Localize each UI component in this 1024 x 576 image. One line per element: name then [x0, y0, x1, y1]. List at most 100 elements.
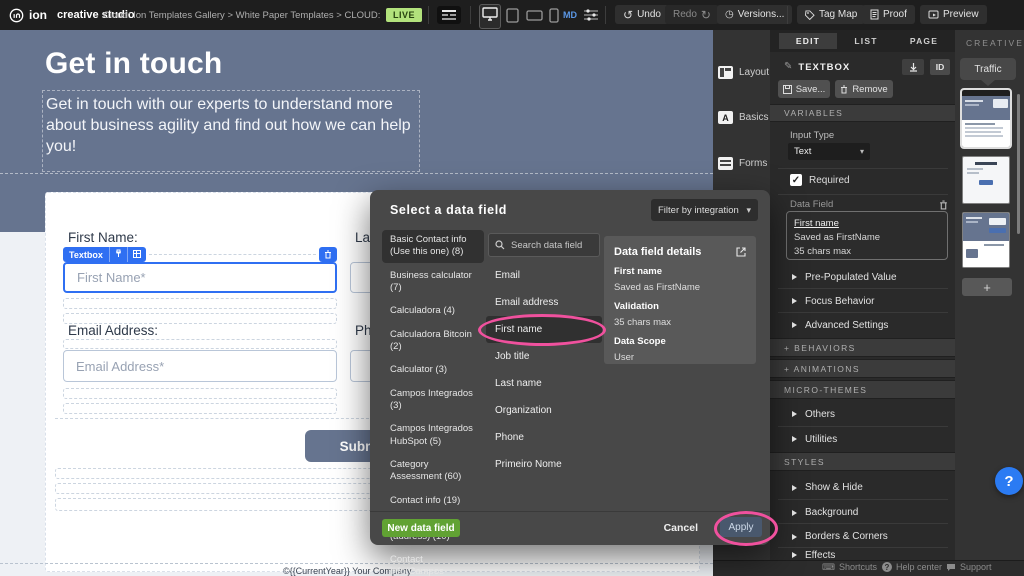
- ion-logo-icon: [9, 8, 24, 23]
- chevron-right-icon: [792, 510, 797, 516]
- add-page-button[interactable]: +: [962, 278, 1012, 296]
- document-icon: [870, 9, 879, 20]
- shortcuts-link[interactable]: ⌨ Shortcuts: [822, 562, 877, 572]
- section-background[interactable]: Background: [778, 501, 948, 524]
- tab-page[interactable]: PAGE: [895, 33, 953, 49]
- data-field-name[interactable]: First name: [794, 217, 940, 231]
- tool-layout[interactable]: Layout: [718, 66, 769, 79]
- device-tablet-icon[interactable]: [506, 8, 519, 23]
- save-button[interactable]: Save...: [778, 80, 830, 98]
- widget-tag-label: Textbox: [63, 250, 109, 260]
- console-panel-icon[interactable]: [437, 6, 461, 24]
- support-link[interactable]: Support: [946, 562, 992, 572]
- filter-integration-select[interactable]: Filter by integration ▾: [651, 199, 758, 221]
- category-item[interactable]: Basic Contact info (Use this one) (8): [382, 230, 484, 263]
- section-advanced-settings[interactable]: Advanced Settings: [778, 314, 948, 336]
- breakpoint-md-label[interactable]: MD: [563, 10, 577, 20]
- field-item[interactable]: Primeiro Nome: [486, 451, 602, 478]
- device-desktop-icon[interactable]: [479, 4, 501, 29]
- details-scope-label: Data Scope: [614, 336, 746, 347]
- field-item-selected[interactable]: First name: [486, 316, 602, 343]
- email-input[interactable]: [63, 350, 337, 382]
- first-name-input[interactable]: [63, 262, 337, 293]
- field-item[interactable]: Phone: [486, 424, 602, 451]
- category-item[interactable]: Business calculator (7): [382, 266, 484, 299]
- category-item[interactable]: Calculadora Bitcoin (2): [382, 325, 484, 358]
- device-landscape-icon[interactable]: [526, 10, 543, 21]
- trash-icon[interactable]: [939, 200, 948, 210]
- id-button[interactable]: ID: [930, 59, 950, 75]
- section-focus-behavior[interactable]: Focus Behavior: [778, 290, 948, 312]
- new-data-field-button[interactable]: New data field: [382, 519, 460, 537]
- required-row[interactable]: ✓ Required: [790, 174, 850, 186]
- remove-label: Remove: [852, 84, 887, 95]
- category-item[interactable]: Calculator (3): [382, 360, 484, 380]
- behaviors-header[interactable]: + BEHAVIORS: [770, 338, 955, 357]
- field-item[interactable]: Organization: [486, 397, 602, 424]
- device-phone-icon[interactable]: [549, 8, 559, 23]
- data-field-modal: Select a data field Filter by integratio…: [370, 190, 770, 545]
- pages-scrollbar[interactable]: [1017, 94, 1020, 234]
- field-search-wrap: [488, 233, 600, 257]
- input-type-select[interactable]: Text ▾: [788, 143, 870, 160]
- data-field-box[interactable]: First name Saved as FirstName 35 chars m…: [786, 211, 948, 260]
- versions-button[interactable]: ◷ Versions...: [717, 5, 792, 24]
- tab-list[interactable]: LIST: [837, 33, 895, 49]
- category-item[interactable]: Category Assessment (60): [382, 455, 484, 488]
- variables-header[interactable]: VARIABLES: [770, 104, 955, 122]
- page-thumbnail-3[interactable]: [962, 212, 1010, 268]
- category-item[interactable]: Campos Integrados HubSpot (5): [382, 419, 484, 452]
- undo-button[interactable]: ↺ Undo: [615, 5, 669, 24]
- chevron-down-icon: ▾: [860, 148, 864, 156]
- section-utilities[interactable]: Utilities: [778, 428, 948, 450]
- external-link-icon[interactable]: [736, 247, 746, 257]
- pin-icon[interactable]: [110, 249, 127, 260]
- redo-button[interactable]: Redo ↻: [665, 5, 719, 24]
- preview-button[interactable]: Preview: [920, 5, 987, 24]
- section-pre-populated[interactable]: Pre-Populated Value: [778, 266, 948, 288]
- field-item[interactable]: Email: [486, 262, 602, 289]
- tool-forms[interactable]: Forms: [718, 157, 767, 170]
- grid-handle-icon[interactable]: [128, 250, 146, 260]
- micro-themes-header[interactable]: MICRO-THEMES: [770, 380, 955, 399]
- section-show-hide[interactable]: Show & Hide: [778, 476, 948, 499]
- anchor-icon[interactable]: [902, 59, 924, 75]
- category-item[interactable]: Campos Integrados (3): [382, 384, 484, 417]
- data-field-saved: Saved as FirstName: [794, 231, 940, 245]
- section-others[interactable]: Others: [778, 403, 948, 425]
- category-item[interactable]: Contact info(Campos Integrados) (4): [382, 550, 484, 576]
- category-item[interactable]: Contact info (19): [382, 491, 484, 511]
- proof-button[interactable]: Proof: [862, 5, 915, 24]
- tag-map-button[interactable]: Tag Map: [797, 5, 865, 24]
- section-label: Others: [805, 409, 835, 420]
- hero-title[interactable]: Get in touch: [45, 47, 222, 81]
- checkbox-checked-icon[interactable]: ✓: [790, 174, 802, 186]
- remove-button[interactable]: Remove: [835, 80, 893, 98]
- field-item[interactable]: Job title: [486, 343, 602, 370]
- tab-edit[interactable]: EDIT: [779, 33, 837, 49]
- field-item[interactable]: Email address: [486, 289, 602, 316]
- chevron-down-icon: ▾: [746, 206, 751, 215]
- help-center-link[interactable]: ? Help center: [882, 562, 942, 572]
- section-borders-corners[interactable]: Borders & Corners: [778, 525, 948, 548]
- page-thumbnail-1[interactable]: [962, 90, 1010, 147]
- breadcrumb[interactable]: Cloud: Ion Templates Gallery > White Pap…: [103, 10, 383, 21]
- delete-widget-button[interactable]: [319, 247, 337, 262]
- settings-sliders-icon[interactable]: [584, 9, 598, 21]
- page-thumbnail-2[interactable]: [962, 156, 1010, 204]
- category-item[interactable]: Calculadora (4): [382, 301, 484, 321]
- email-input-wrap: [63, 350, 337, 382]
- styles-header[interactable]: STYLES: [770, 452, 955, 471]
- field-item[interactable]: Last name: [486, 370, 602, 397]
- grid-guide-line: [0, 173, 713, 174]
- pencil-icon: ✎: [784, 62, 792, 72]
- chevron-right-icon: [792, 436, 797, 442]
- tool-basics[interactable]: A Basics: [718, 111, 768, 124]
- animations-header[interactable]: + ANIMATIONS: [770, 359, 955, 378]
- cancel-button[interactable]: Cancel: [664, 522, 698, 534]
- apply-button[interactable]: Apply: [720, 517, 762, 537]
- help-bubble-button[interactable]: ?: [995, 467, 1023, 495]
- traffic-button[interactable]: Traffic: [960, 58, 1016, 80]
- widget-tag[interactable]: Textbox: [63, 247, 146, 262]
- hero-paragraph[interactable]: Get in touch with our experts to underst…: [42, 90, 420, 172]
